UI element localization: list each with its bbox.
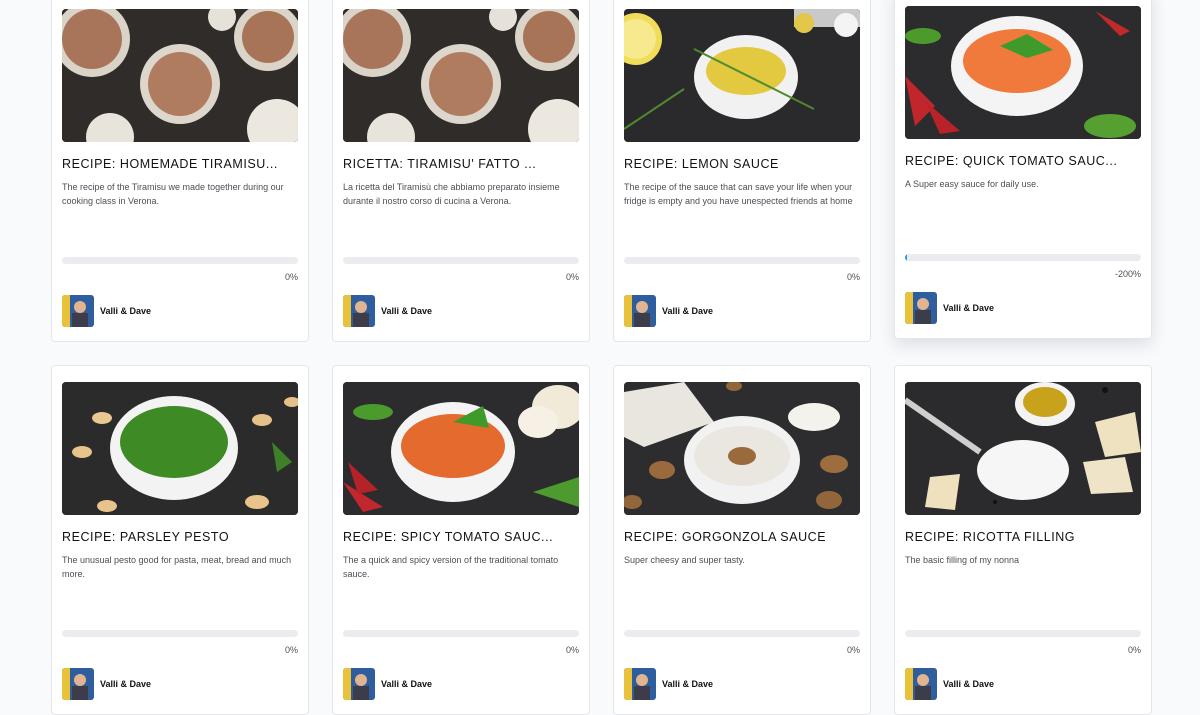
recipe-card[interactable]: RECIPE: QUICK TOMATO SAUC... A Super eas… (894, 0, 1152, 339)
author[interactable]: Valli & Dave (343, 668, 432, 700)
author[interactable]: Valli & Dave (62, 295, 151, 327)
avatar (62, 668, 94, 700)
recipe-image[interactable] (343, 9, 579, 142)
recipe-card[interactable]: RECIPE: HOMEMADE TIRAMISU... The recipe … (51, 0, 309, 342)
progress-bar (905, 630, 1141, 637)
recipe-image[interactable] (905, 6, 1141, 139)
author-name: Valli & Dave (943, 303, 995, 313)
recipe-card[interactable]: RICETTA: TIRAMISU' FATTO ... La ricetta … (332, 0, 590, 342)
progress-bar (62, 630, 298, 637)
recipe-title[interactable]: RECIPE: HOMEMADE TIRAMISU... (62, 157, 298, 171)
recipe-title[interactable]: RECIPE: QUICK TOMATO SAUC... (905, 154, 1141, 168)
progress-percent: 0% (846, 272, 860, 282)
progress-percent: 0% (1127, 645, 1141, 655)
recipe-image[interactable] (624, 9, 860, 142)
recipe-card[interactable]: RECIPE: RICOTTA FILLING The basic fillin… (894, 365, 1152, 715)
progress-bar (62, 257, 298, 264)
progress-percent: 0% (846, 645, 860, 655)
author-name: Valli & Dave (100, 679, 152, 689)
recipe-image[interactable] (905, 382, 1141, 515)
progress-percent: 0% (565, 272, 579, 282)
progress-bar (343, 630, 579, 637)
progress-bar (624, 630, 860, 637)
progress-percent: 0% (565, 645, 579, 655)
recipe-description: The recipe of the sauce that can save yo… (624, 182, 853, 207)
avatar (343, 295, 375, 327)
avatar (624, 295, 656, 327)
recipe-grid: RECIPE: HOMEMADE TIRAMISU... The recipe … (51, 0, 1152, 715)
recipe-description: The a quick and spicy version of the tra… (343, 555, 559, 580)
author-name: Valli & Dave (100, 306, 152, 316)
avatar (905, 668, 937, 700)
recipe-card[interactable]: RECIPE: LEMON SAUCE The recipe of the sa… (613, 0, 871, 342)
avatar (343, 668, 375, 700)
progress-bar (624, 257, 860, 264)
author-name: Valli & Dave (943, 679, 995, 689)
recipe-title[interactable]: RECIPE: GORGONZOLA SAUCE (624, 530, 860, 544)
recipe-description: A Super easy sauce for daily use. (905, 179, 1039, 189)
progress-bar (905, 254, 1141, 261)
recipe-image[interactable] (624, 382, 860, 515)
author-name: Valli & Dave (381, 679, 433, 689)
author[interactable]: Valli & Dave (905, 292, 994, 324)
recipe-title[interactable]: RECIPE: SPICY TOMATO SAUC... (343, 530, 579, 544)
avatar (624, 668, 656, 700)
recipe-image[interactable] (343, 382, 579, 515)
recipe-description: The unusual pesto good for pasta, meat, … (62, 555, 292, 580)
recipe-description: The basic filling of my nonna (905, 555, 1020, 565)
avatar (905, 292, 937, 324)
recipe-title[interactable]: RECIPE: RICOTTA FILLING (905, 530, 1141, 544)
recipe-title[interactable]: RICETTA: TIRAMISU' FATTO ... (343, 157, 579, 171)
author-name: Valli & Dave (662, 306, 714, 316)
recipe-title[interactable]: RECIPE: LEMON SAUCE (624, 157, 860, 171)
author[interactable]: Valli & Dave (624, 295, 713, 327)
recipe-description: Super cheesy and super tasty. (624, 555, 745, 565)
author[interactable]: Valli & Dave (905, 668, 994, 700)
recipe-description: La ricetta del Tiramisù che abbiamo prep… (343, 182, 560, 207)
recipe-description: The recipe of the Tiramisu we made toget… (62, 182, 284, 207)
author[interactable]: Valli & Dave (624, 668, 713, 700)
recipe-card[interactable]: RECIPE: PARSLEY PESTO The unusual pesto … (51, 365, 309, 715)
recipe-title[interactable]: RECIPE: PARSLEY PESTO (62, 530, 298, 544)
recipe-image[interactable] (62, 9, 298, 142)
author[interactable]: Valli & Dave (62, 668, 151, 700)
avatar (62, 295, 94, 327)
recipe-image[interactable] (62, 382, 298, 515)
author[interactable]: Valli & Dave (343, 295, 432, 327)
author-name: Valli & Dave (662, 679, 714, 689)
author-name: Valli & Dave (381, 306, 433, 316)
progress-percent: 0% (284, 645, 298, 655)
progress-percent: 0% (284, 272, 298, 282)
progress-bar (343, 257, 579, 264)
recipe-card[interactable]: RECIPE: GORGONZOLA SAUCE Super cheesy an… (613, 365, 871, 715)
progress-percent: -200% (1114, 269, 1141, 279)
recipe-card[interactable]: RECIPE: SPICY TOMATO SAUC... The a quick… (332, 365, 590, 715)
